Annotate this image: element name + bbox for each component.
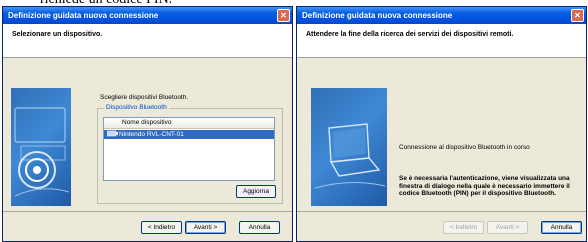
column-header-device-name[interactable]: Nome dispositivo <box>104 118 274 129</box>
cancel-button[interactable]: Annulla <box>239 221 280 234</box>
next-button[interactable]: Avanti > <box>487 221 528 234</box>
group-title: Dispositivo Bluetooth <box>104 104 169 111</box>
wizard-window-select-device: Definizione guidata nuova connessione ✕ … <box>2 6 293 242</box>
wizard-header-title: Attendere la fine della ricerca dei serv… <box>306 31 514 38</box>
next-button[interactable]: Avanti > <box>185 221 226 234</box>
window-titlebar[interactable]: Definizione guidata nuova connessione ✕ <box>297 7 586 24</box>
wizard-body: Scegliere dispositivi Bluetooth. Disposi… <box>3 58 292 210</box>
bluetooth-device-group: Dispositivo Bluetooth Nome dispositivo N… <box>97 104 283 204</box>
device-list[interactable]: Nome dispositivo Nintendo RVL-CNT-01 <box>103 117 275 181</box>
wizard-header: Selezionare un dispositivo. <box>3 24 292 58</box>
laptop-icon <box>314 123 386 189</box>
window-title: Definizione guidata nuova connessione <box>302 11 453 20</box>
footer-divider <box>3 211 292 212</box>
window-title: Definizione guidata nuova connessione <box>8 11 159 20</box>
wizard-header-title: Selezionare un dispositivo. <box>12 31 103 38</box>
connection-status-text: Connessione al dispositivo Bluetooth in … <box>399 144 530 151</box>
bluetooth-wizard-graphic <box>311 88 387 206</box>
cancel-button[interactable]: Annulla <box>541 221 582 234</box>
refresh-button[interactable]: Aggiorna <box>236 185 276 198</box>
close-icon: ✕ <box>574 11 581 20</box>
close-icon: ✕ <box>280 11 287 20</box>
window-titlebar[interactable]: Definizione guidata nuova connessione ✕ <box>3 7 292 24</box>
choose-devices-label: Scegliere dispositivi Bluetooth. <box>100 94 189 101</box>
wizard-window-searching-services: Definizione guidata nuova connessione ✕ … <box>296 6 587 242</box>
device-name: Nintendo RVL-CNT-01 <box>119 131 184 138</box>
wizard-header: Attendere la fine della ricerca dei serv… <box>297 24 586 58</box>
wizard-body: Connessione al dispositivo Bluetooth in … <box>297 58 586 210</box>
close-button[interactable]: ✕ <box>277 9 290 22</box>
back-button[interactable]: < Indietro <box>141 221 182 234</box>
authentication-info-text: Se è necessaria l'autenticazione, viene … <box>399 175 570 197</box>
device-list-item[interactable]: Nintendo RVL-CNT-01 <box>104 130 274 139</box>
bluetooth-device-icon <box>106 130 119 140</box>
close-button[interactable]: ✕ <box>571 9 584 22</box>
back-button[interactable]: < Indietro <box>443 221 484 234</box>
footer-divider <box>297 211 586 212</box>
computer-icon <box>14 107 70 197</box>
bluetooth-wizard-graphic <box>11 88 71 206</box>
